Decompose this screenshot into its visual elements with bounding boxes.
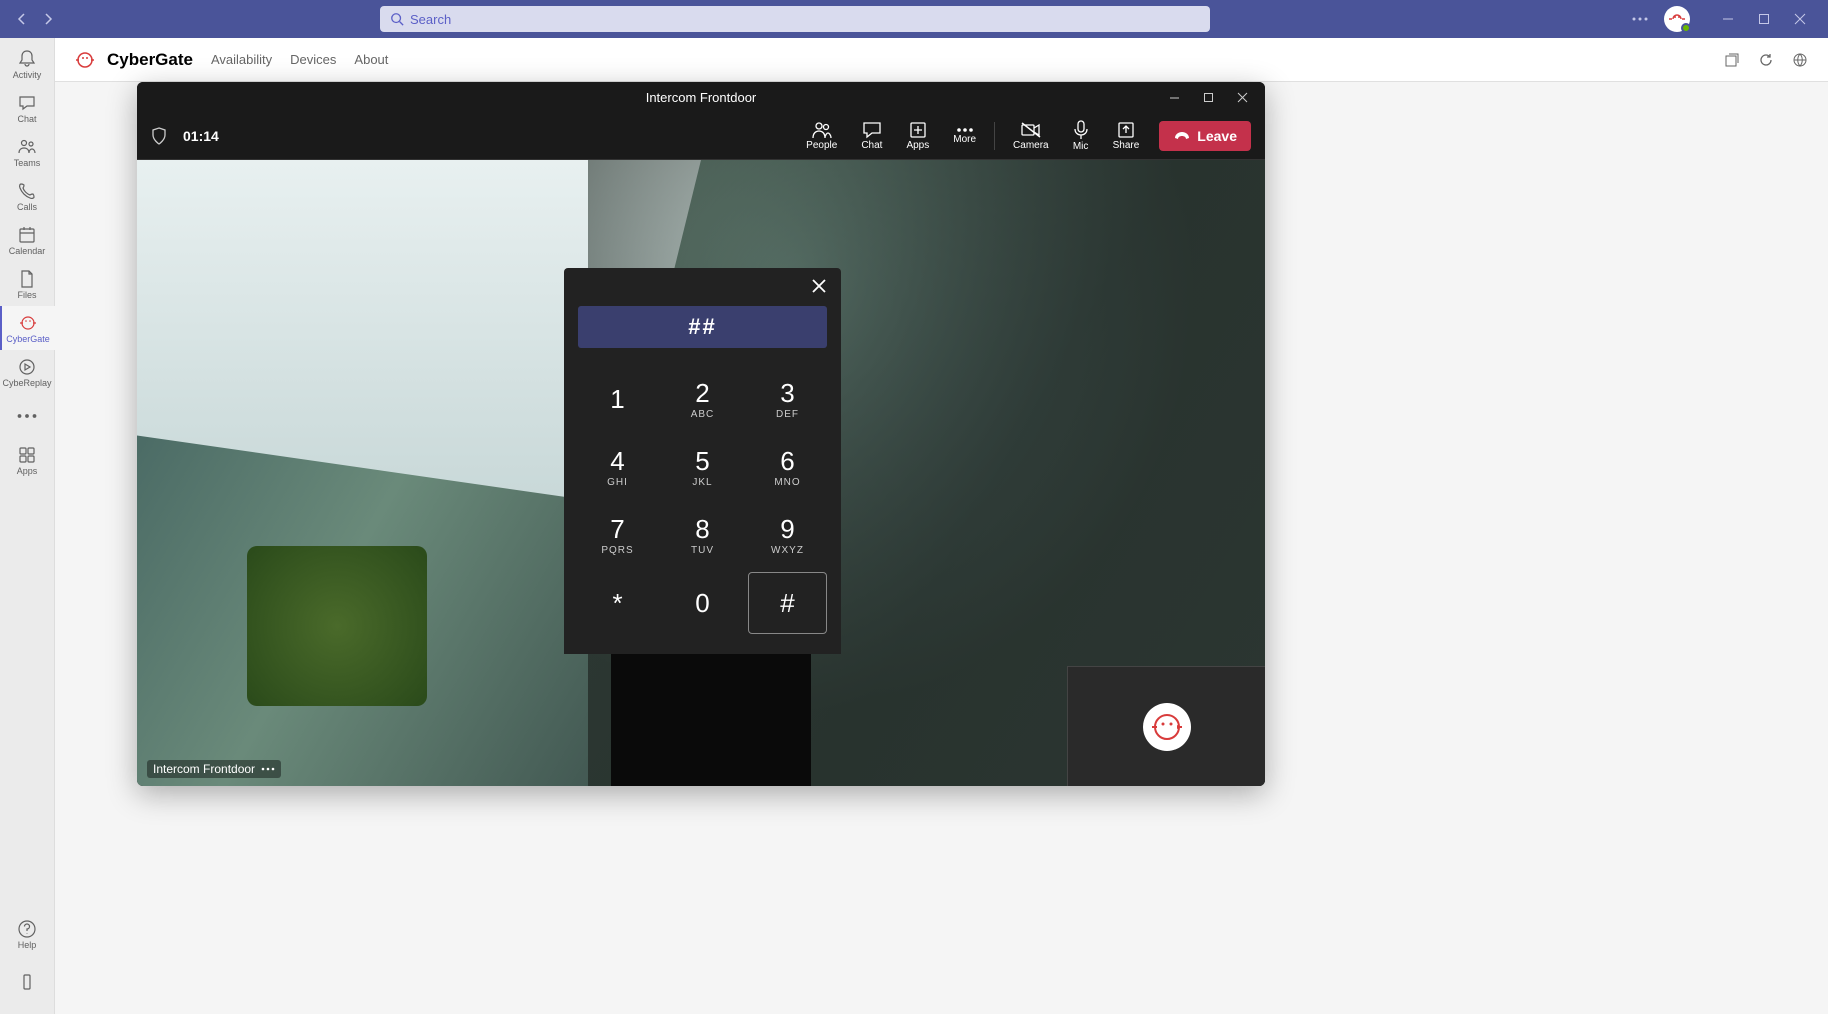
dialkey-#[interactable]: #: [748, 572, 827, 634]
minimize-button[interactable]: [1710, 5, 1746, 33]
participant-label: Intercom Frontdoor: [147, 760, 281, 778]
file-icon: [17, 269, 37, 289]
cybergate-icon: [18, 313, 38, 333]
call-minimize-button[interactable]: [1157, 82, 1191, 112]
globe-icon[interactable]: [1790, 50, 1810, 70]
dialkey-6[interactable]: 6MNO: [748, 436, 827, 498]
rail-files[interactable]: Files: [0, 262, 55, 306]
dialpad-display: ##: [578, 306, 827, 348]
camera-button[interactable]: Camera: [1001, 121, 1061, 151]
apps-add-icon: [909, 121, 927, 139]
call-timer: 01:14: [183, 128, 219, 144]
mic-icon: [1073, 120, 1089, 140]
tab-availability[interactable]: Availability: [211, 52, 272, 67]
nav-back-button[interactable]: [10, 7, 34, 31]
call-window: Intercom Frontdoor 01:14 People Chat App…: [137, 82, 1265, 786]
video-area: ## 12ABC3DEF 4GHI5JKL6MNO 7PQRS8TUV9WXYZ *0…: [137, 160, 1265, 786]
close-button[interactable]: [1782, 5, 1818, 33]
rail-cybereplay[interactable]: CybeReplay: [0, 350, 55, 394]
chat-icon: [862, 121, 882, 139]
participant-more-icon[interactable]: [261, 767, 275, 771]
dialkey-3[interactable]: 3DEF: [748, 368, 827, 430]
help-icon: [17, 919, 37, 939]
rail-more[interactable]: [0, 394, 55, 438]
dialkey-5[interactable]: 5JKL: [663, 436, 742, 498]
tab-about[interactable]: About: [354, 52, 388, 67]
chat-button[interactable]: Chat: [849, 121, 894, 151]
mic-button[interactable]: Mic: [1061, 120, 1101, 152]
camera-off-icon: [1020, 121, 1042, 139]
call-maximize-button[interactable]: [1191, 82, 1225, 112]
dialpad: ## 12ABC3DEF 4GHI5JKL6MNO 7PQRS8TUV9WXYZ *0…: [564, 268, 841, 654]
people-button[interactable]: People: [794, 121, 849, 151]
call-titlebar: Intercom Frontdoor: [137, 82, 1265, 112]
rail-calls[interactable]: Calls: [0, 174, 55, 218]
dialpad-close-button[interactable]: [807, 274, 831, 298]
leave-button[interactable]: Leave: [1159, 121, 1251, 151]
rail-apps[interactable]: Apps: [0, 438, 55, 482]
dialkey-*[interactable]: *: [578, 572, 657, 634]
app-header: CyberGate Availability Devices About: [55, 38, 1828, 82]
cybereplay-icon: [17, 357, 37, 377]
nav-forward-button[interactable]: [36, 7, 60, 31]
popout-icon[interactable]: [1722, 50, 1742, 70]
call-toolbar: 01:14 People Chat Apps More Camera: [137, 112, 1265, 160]
self-avatar-icon: [1143, 703, 1191, 751]
teams-icon: [17, 137, 37, 157]
rail-device[interactable]: [0, 960, 55, 1004]
content-area: Intercom Frontdoor 01:14 People Chat App…: [55, 82, 1828, 1014]
dialkey-0[interactable]: 0: [663, 572, 742, 634]
rail-chat[interactable]: Chat: [0, 86, 55, 130]
bell-icon: [17, 49, 37, 69]
dialkey-8[interactable]: 8TUV: [663, 504, 742, 566]
calendar-icon: [17, 225, 37, 245]
search-input[interactable]: Search: [380, 6, 1210, 32]
phone-icon: [17, 181, 37, 201]
dialkey-7[interactable]: 7PQRS: [578, 504, 657, 566]
rail-cybergate[interactable]: CyberGate: [0, 306, 55, 350]
apps-button[interactable]: Apps: [894, 121, 941, 151]
device-icon: [17, 972, 37, 992]
dialkey-4[interactable]: 4GHI: [578, 436, 657, 498]
hangup-icon: [1173, 130, 1191, 142]
shield-icon[interactable]: [151, 127, 167, 145]
call-title: Intercom Frontdoor: [646, 90, 757, 105]
people-icon: [812, 121, 832, 139]
maximize-button[interactable]: [1746, 5, 1782, 33]
rail-activity[interactable]: Activity: [0, 42, 55, 86]
rail-help[interactable]: Help: [0, 912, 55, 956]
share-icon: [1117, 121, 1135, 139]
dialkey-2[interactable]: 2ABC: [663, 368, 742, 430]
more-icon: [956, 127, 974, 133]
more-options-icon[interactable]: [1628, 7, 1652, 31]
rail-teams[interactable]: Teams: [0, 130, 55, 174]
dialkey-9[interactable]: 9WXYZ: [748, 504, 827, 566]
search-placeholder: Search: [410, 12, 451, 27]
more-button[interactable]: More: [941, 127, 988, 145]
more-icon: [17, 406, 37, 426]
apps-icon: [17, 445, 37, 465]
user-avatar[interactable]: [1664, 6, 1690, 32]
share-button[interactable]: Share: [1101, 121, 1152, 151]
app-title: CyberGate: [107, 50, 193, 70]
left-rail: Activity Chat Teams Calls Calendar Files…: [0, 38, 55, 1014]
call-close-button[interactable]: [1225, 82, 1259, 112]
refresh-icon[interactable]: [1756, 50, 1776, 70]
rail-calendar[interactable]: Calendar: [0, 218, 55, 262]
dialkey-1[interactable]: 1: [578, 368, 657, 430]
tab-devices[interactable]: Devices: [290, 52, 336, 67]
self-view[interactable]: [1067, 666, 1265, 786]
presence-indicator: [1681, 23, 1691, 33]
titlebar: Search: [0, 0, 1828, 38]
chat-icon: [17, 93, 37, 113]
search-icon: [390, 12, 404, 26]
app-logo-icon: [73, 48, 97, 72]
